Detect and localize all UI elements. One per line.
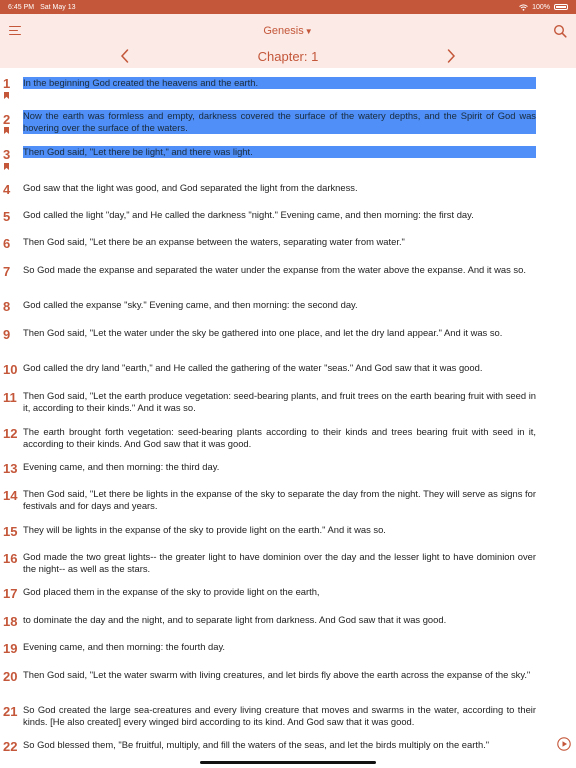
home-indicator[interactable] [200,761,376,764]
verse-number: 8 [3,299,11,314]
verse-text[interactable]: to dominate the day and the night, and t… [23,614,536,626]
verse-number: 21 [3,704,18,719]
verse-text[interactable]: Then God said, "Let there be an expanse … [23,236,536,248]
verse-number: 9 [3,327,11,342]
verse-text[interactable]: The earth brought forth vegetation: seed… [23,426,536,450]
status-date: Sat May 13 [40,3,76,11]
chevron-right-icon[interactable] [444,48,458,64]
verse-number: 10 [3,362,18,377]
verse-text[interactable]: God placed them in the expanse of the sk… [23,586,536,598]
verse-text[interactable]: Then God said, "Let there be lights in t… [23,488,536,512]
dropdown-caret-icon: ▼ [304,27,313,36]
chapter-navigation: Chapter: 1 [0,48,576,66]
top-bar: Genesis▼ Chapter: 1 [0,14,576,68]
verse-number: 20 [3,669,18,684]
verse-number: 7 [3,264,11,279]
verse-text[interactable]: So God created the large sea-creatures a… [23,704,536,728]
battery-percent: 100% [532,3,550,11]
verse-number: 12 [3,426,18,441]
status-time: 6:45 PM [8,3,35,11]
verse-number: 14 [3,488,18,503]
verse-text[interactable]: God saw that the light was good, and God… [23,182,536,194]
verse-text[interactable]: God called the dry land "earth," and He … [23,362,536,374]
verse-text[interactable]: In the beginning God created the heavens… [23,77,536,89]
bookmark-icon[interactable] [4,92,9,99]
verse-number: 2 [3,112,11,127]
verse-number: 17 [3,586,18,601]
verse-number: 19 [3,641,18,656]
verse-number: 18 [3,614,18,629]
verse-number: 3 [3,147,11,162]
verse-text[interactable]: God made the two great lights-- the grea… [23,551,536,575]
wifi-icon [519,3,528,11]
book-title: Genesis [263,25,304,37]
verse-text[interactable]: Then God said, "Let the water under the … [23,327,536,339]
verse-text[interactable]: Now the earth was formless and empty, da… [23,110,536,134]
verse-number: 11 [3,390,17,405]
verse-text[interactable]: Then God said, "Let the earth produce ve… [23,390,536,414]
verse-number: 22 [3,739,18,754]
bookmark-icon[interactable] [4,163,9,170]
verse-text[interactable]: Then God said, "Let there be light," and… [23,146,536,158]
verse-number: 4 [3,182,11,197]
battery-icon [554,4,568,10]
verse-number: 16 [3,551,18,566]
verse-text[interactable]: Then God said, "Let the water swarm with… [23,669,536,681]
verse-text[interactable]: They will be lights in the expanse of th… [23,524,536,536]
verse-number: 1 [3,76,11,91]
verse-text[interactable]: God called the expanse "sky." Evening ca… [23,299,536,311]
verse-text[interactable]: So God blessed them, "Be fruitful, multi… [23,739,536,751]
verse-number: 6 [3,236,11,251]
verse-number: 13 [3,461,18,476]
verse-text[interactable]: Evening came, and then morning: the four… [23,641,536,653]
play-icon[interactable] [557,737,571,751]
verse-number: 5 [3,209,11,224]
bookmark-icon[interactable] [4,127,9,134]
verse-text[interactable]: God called the light "day," and He calle… [23,209,536,221]
verse-text[interactable]: Evening came, and then morning: the thir… [23,461,536,473]
verse-number: 15 [3,524,18,539]
chapter-label[interactable]: Chapter: 1 [0,49,576,64]
search-icon[interactable] [553,24,567,38]
verse-text[interactable]: So God made the expanse and separated th… [23,264,536,276]
book-selector[interactable]: Genesis▼ [0,25,576,37]
status-bar: 6:45 PM Sat May 13 100% [0,0,576,14]
